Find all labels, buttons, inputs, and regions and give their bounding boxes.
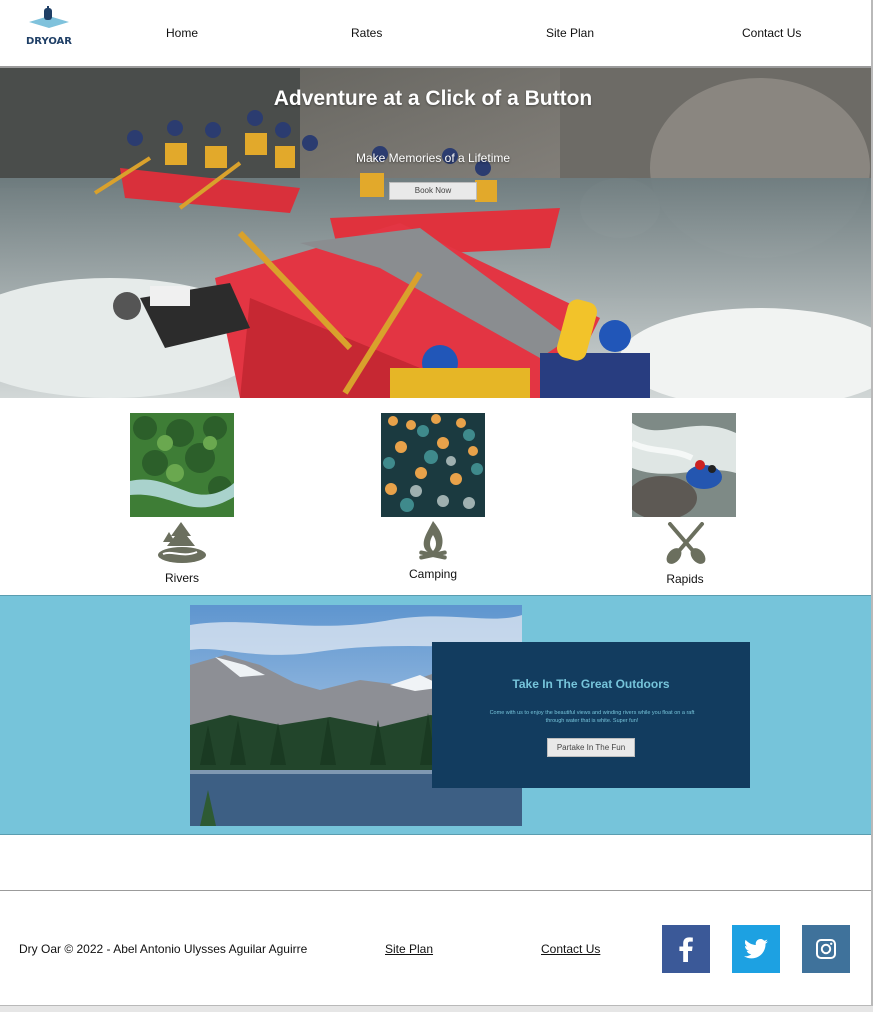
nav-home-link[interactable]: Home bbox=[166, 26, 198, 40]
rivers-image[interactable] bbox=[130, 413, 234, 517]
partake-button[interactable]: Partake In The Fun bbox=[547, 738, 635, 757]
rafting-hero-image bbox=[0, 68, 871, 398]
site-header: DRYOAR Home Rates Site Plan Contact Us bbox=[0, 0, 871, 66]
hero-title: Adventure at a Click of a Button bbox=[273, 87, 593, 110]
copyright-text: Dry Oar © 2022 - Abel Antonio Ulysses Ag… bbox=[19, 942, 308, 956]
camping-image[interactable] bbox=[381, 413, 485, 517]
nav-contact-link[interactable]: Contact Us bbox=[742, 26, 801, 40]
campfire-icon bbox=[417, 521, 449, 568]
book-now-button[interactable]: Book Now bbox=[389, 182, 477, 200]
nav-rates-link[interactable]: Rates bbox=[351, 26, 382, 40]
outdoors-description: Come with us to enjoy the beautiful view… bbox=[489, 710, 695, 724]
footer-contact-link[interactable]: Contact Us bbox=[541, 942, 600, 956]
hero-banner: Adventure at a Click of a Button Make Me… bbox=[0, 68, 871, 398]
svg-text:DRYOAR: DRYOAR bbox=[26, 36, 72, 47]
instagram-icon[interactable] bbox=[802, 925, 850, 973]
facebook-icon[interactable] bbox=[662, 925, 710, 973]
twitter-icon[interactable] bbox=[732, 925, 780, 973]
window-edge-bottom bbox=[0, 1005, 873, 1012]
footer-divider bbox=[0, 890, 871, 891]
outdoors-section: Take In The Great Outdoors Come with us … bbox=[0, 595, 871, 835]
rapids-image[interactable] bbox=[632, 413, 736, 517]
crossed-paddles-icon bbox=[664, 522, 708, 569]
outdoors-title: Take In The Great Outdoors bbox=[512, 677, 670, 691]
dry-oar-logo[interactable]: DRYOAR bbox=[24, 6, 74, 52]
feature-label-camping: Camping bbox=[408, 567, 458, 581]
feature-label-rivers: Rivers bbox=[164, 571, 199, 585]
nav-site-plan-link[interactable]: Site Plan bbox=[546, 26, 594, 40]
feature-label-rapids: Rapids bbox=[666, 572, 704, 586]
hero-subtitle: Make Memories of a Lifetime bbox=[355, 151, 511, 165]
pine-tree-river-icon bbox=[157, 522, 207, 569]
footer-site-plan-link[interactable]: Site Plan bbox=[385, 942, 433, 956]
outdoors-card: Take In The Great Outdoors Come with us … bbox=[432, 642, 750, 788]
